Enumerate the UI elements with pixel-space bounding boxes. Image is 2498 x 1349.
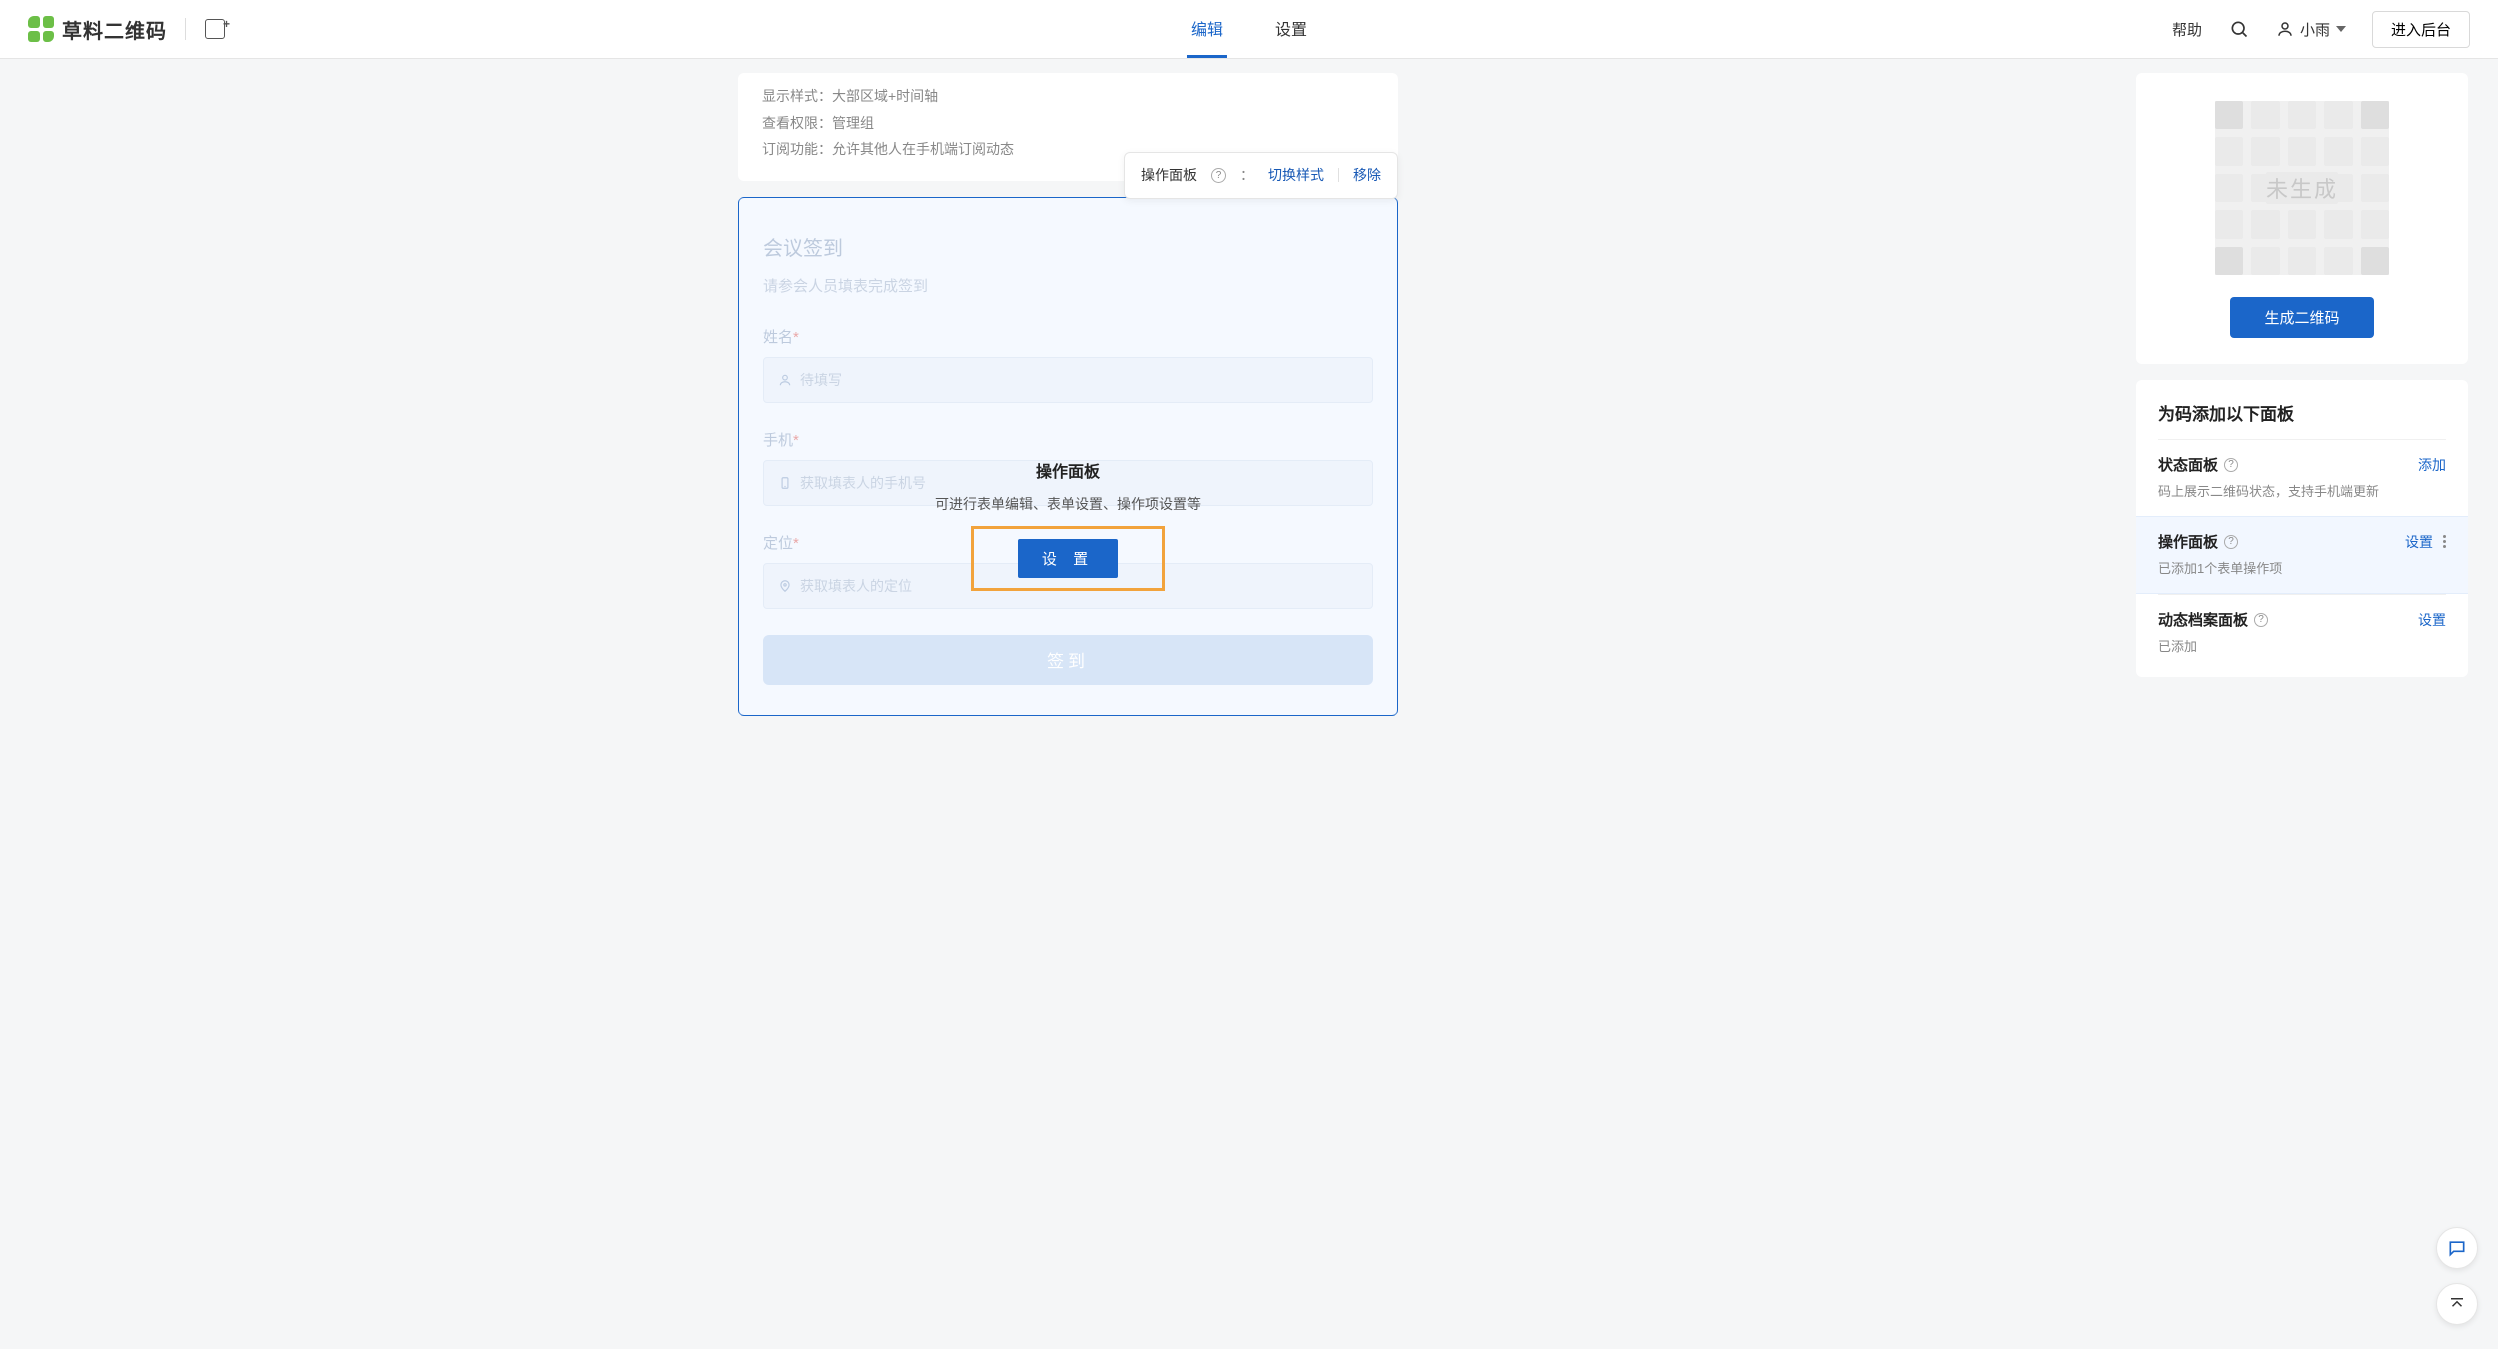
- panel-desc: 已添加: [2158, 636, 2446, 655]
- user-icon: [778, 373, 792, 387]
- chat-fab[interactable]: [2436, 1227, 2478, 1269]
- chat-icon: [2447, 1238, 2467, 1258]
- field-label-phone: 手机*: [763, 429, 1373, 450]
- popover-settings-button[interactable]: 设 置: [1018, 539, 1118, 578]
- logo-text: 草料二维码: [62, 15, 167, 44]
- panel-action-add[interactable]: 添加: [2418, 455, 2446, 475]
- help-icon[interactable]: ?: [1211, 168, 1226, 183]
- user-name: 小雨: [2300, 19, 2330, 40]
- info-row: 显示样式：大部区域+时间轴: [762, 83, 1374, 110]
- help-icon[interactable]: ?: [2224, 535, 2238, 549]
- divider: [1338, 168, 1339, 182]
- panel-name: 动态档案面板 ?: [2158, 609, 2268, 630]
- remove-link[interactable]: 移除: [1353, 162, 1381, 189]
- submit-button[interactable]: 签到: [763, 635, 1373, 685]
- chevron-down-icon: [2336, 26, 2346, 32]
- form-panel[interactable]: 会议签到 请参会人员填表完成签到 姓名* 待填写 手机* 获取填表人的手机号 定…: [738, 197, 1398, 716]
- tab-edit[interactable]: 编辑: [1187, 0, 1227, 58]
- form-subtitle: 请参会人员填表完成签到: [763, 275, 1373, 296]
- field-label-name: 姓名*: [763, 326, 1373, 347]
- popover-desc: 可进行表单编辑、表单设置、操作项设置等: [935, 494, 1201, 514]
- tab-settings[interactable]: 设置: [1271, 0, 1311, 58]
- panel-hover-toolbar: 操作面板 ? ： 切换样式 移除: [1124, 152, 1398, 199]
- main-tabs: 编辑 设置: [1187, 0, 1311, 58]
- more-icon[interactable]: [2443, 535, 2446, 548]
- divider: [185, 18, 186, 40]
- form-title: 会议签到: [763, 232, 1373, 261]
- search-icon[interactable]: [2228, 18, 2250, 40]
- panel-desc: 码上展示二维码状态，支持手机端更新: [2158, 481, 2446, 500]
- app-header: 草料二维码 编辑 设置 帮助 小雨 进入后台: [0, 0, 2498, 59]
- panels-heading: 为码添加以下面板: [2158, 400, 2446, 425]
- enter-admin-button[interactable]: 进入后台: [2372, 11, 2470, 48]
- popover-highlight-box: 设 置: [971, 526, 1165, 591]
- switch-style-link[interactable]: 切换样式: [1268, 162, 1324, 189]
- name-field[interactable]: 待填写: [763, 357, 1373, 403]
- panel-action-settings[interactable]: 设置: [2418, 610, 2446, 630]
- panel-item-archive: 动态档案面板 ? 设置 已添加: [2158, 594, 2446, 671]
- record-settings-card: 显示样式：大部区域+时间轴 查看权限：管理组 订阅功能：允许其他人在手机端订阅动…: [738, 73, 1398, 181]
- panel-name: 操作面板 ?: [2158, 531, 2238, 552]
- panel-item-action[interactable]: 操作面板 ? 设置 已添加1个表单操作项: [2136, 516, 2468, 594]
- floating-buttons: [2436, 1227, 2478, 1325]
- qr-card: 未生成 生成二维码: [2136, 73, 2468, 364]
- qr-placeholder: 未生成: [2215, 101, 2389, 275]
- qr-placeholder-text: 未生成: [2266, 172, 2338, 204]
- new-window-icon[interactable]: [204, 18, 226, 40]
- hover-title: 操作面板: [1141, 162, 1197, 189]
- generate-qr-button[interactable]: 生成二维码: [2230, 297, 2373, 338]
- popover-title: 操作面板: [1036, 458, 1100, 482]
- logo[interactable]: 草料二维码: [28, 15, 167, 44]
- settings-popover: 操作面板 可进行表单编辑、表单设置、操作项设置等 设 置: [935, 458, 1201, 591]
- help-icon[interactable]: ?: [2254, 613, 2268, 627]
- info-row: 查看权限：管理组: [762, 110, 1374, 137]
- scroll-top-fab[interactable]: [2436, 1283, 2478, 1325]
- panel-desc: 已添加1个表单操作项: [2158, 558, 2446, 577]
- panel-name: 状态面板 ?: [2158, 454, 2238, 475]
- help-link[interactable]: 帮助: [2172, 19, 2202, 40]
- help-icon[interactable]: ?: [2224, 458, 2238, 472]
- hover-colon: ：: [1240, 162, 1254, 189]
- user-icon: [2276, 20, 2294, 38]
- panel-item-status: 状态面板 ? 添加 码上展示二维码状态，支持手机端更新: [2158, 439, 2446, 516]
- logo-icon: [28, 16, 54, 42]
- phone-icon: [778, 476, 792, 490]
- user-menu[interactable]: 小雨: [2276, 19, 2346, 40]
- panels-card: 为码添加以下面板 状态面板 ? 添加 码上展示二维码状态，支持手机端更新 操作面…: [2136, 380, 2468, 677]
- location-icon: [778, 579, 792, 593]
- chevron-up-icon: [2448, 1295, 2466, 1313]
- panel-action-settings[interactable]: 设置: [2405, 532, 2433, 552]
